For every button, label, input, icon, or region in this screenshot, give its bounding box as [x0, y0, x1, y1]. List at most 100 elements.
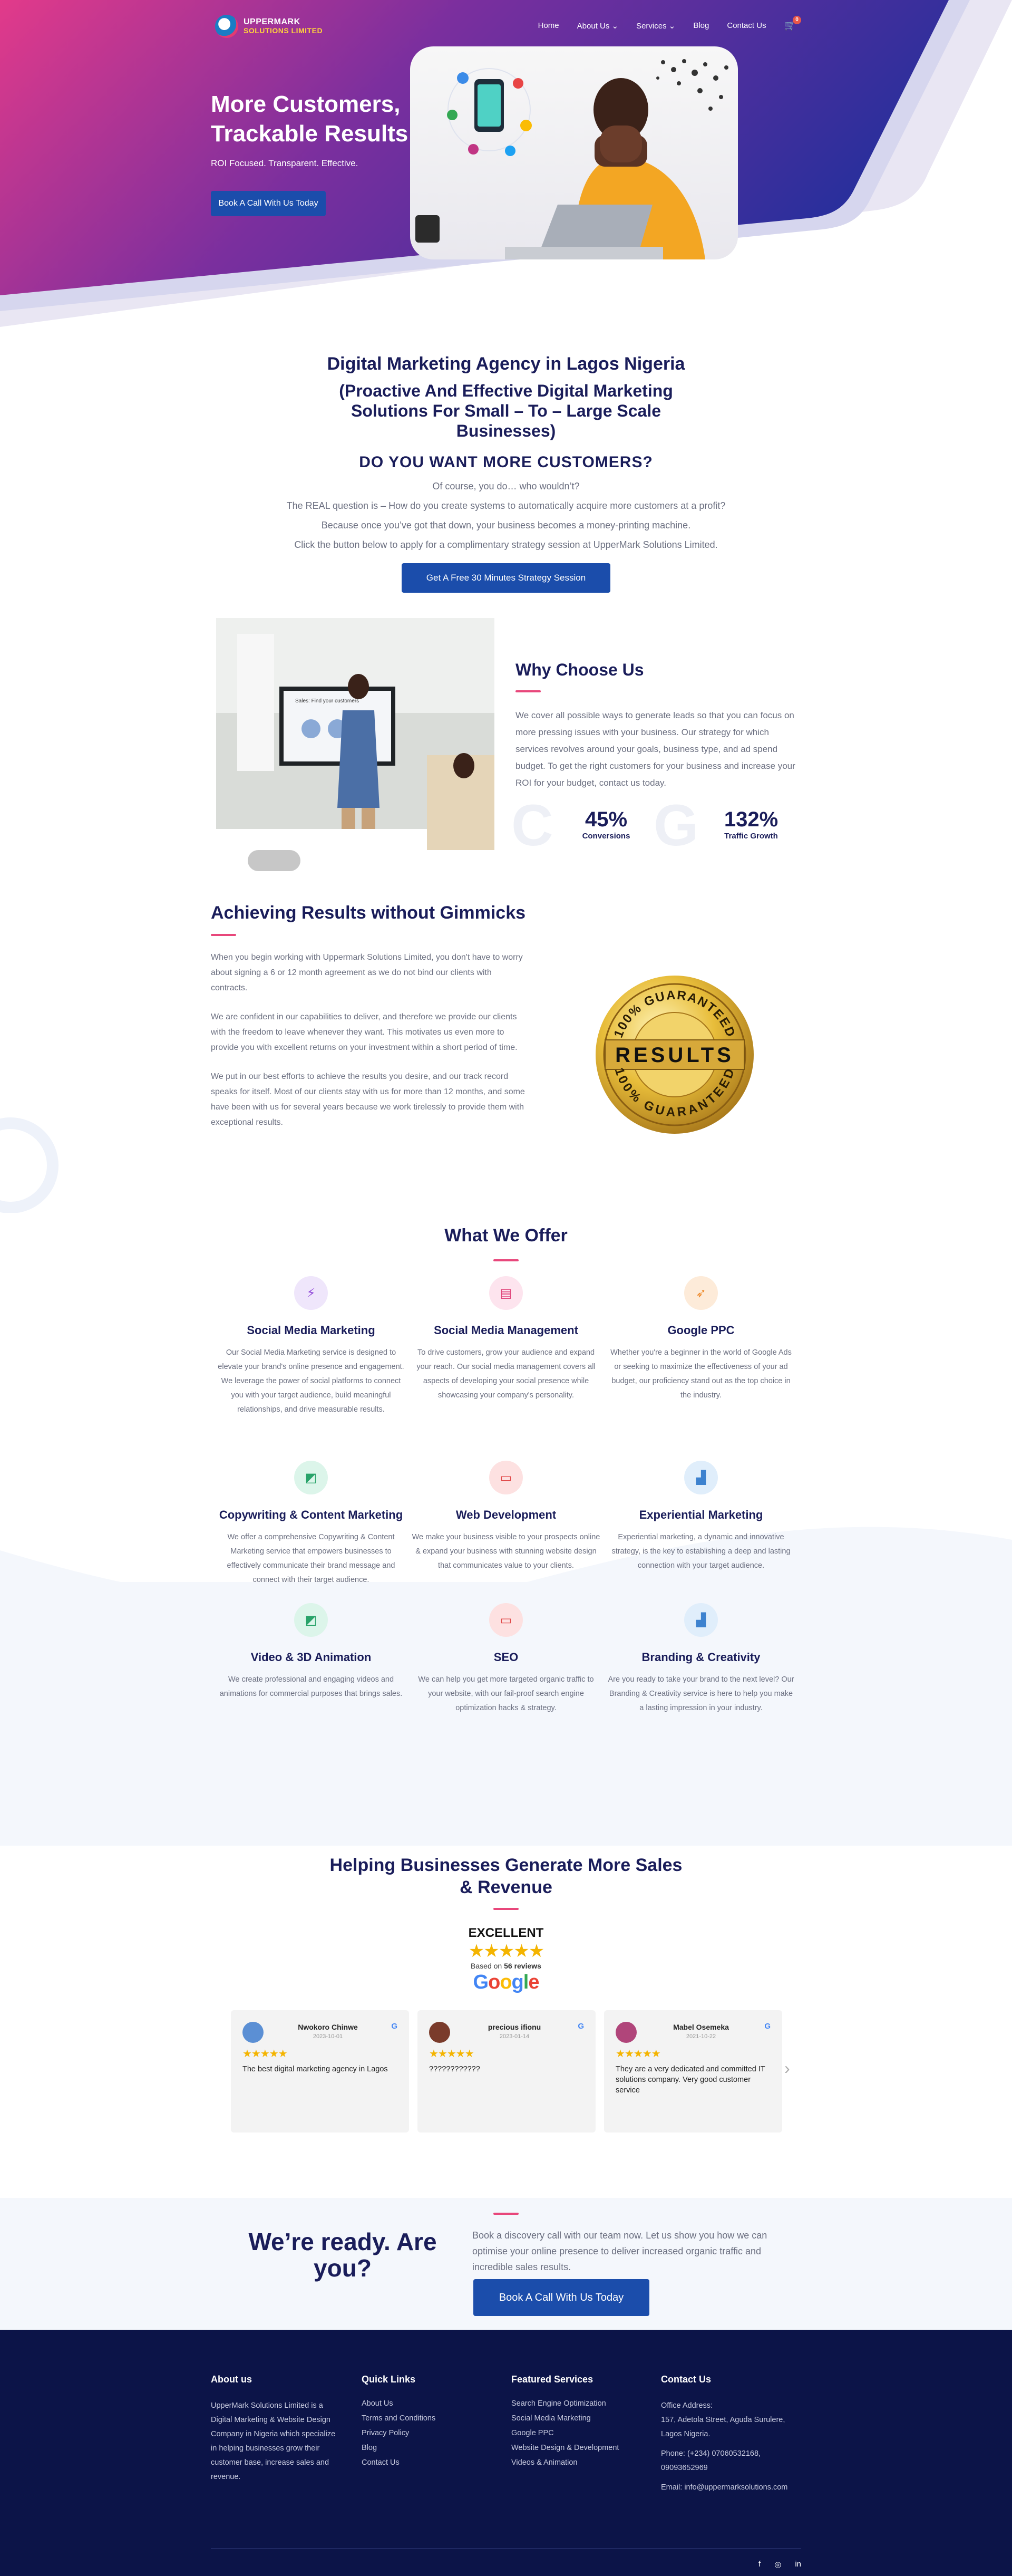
service-text: To drive customers, grow your audience a… [416, 1348, 596, 1400]
service-card[interactable]: ⚡ Social Media Marketing Our Social Media … [216, 1276, 406, 1417]
review-stars: ★★★★★ [616, 2048, 661, 2060]
nav-about[interactable]: About Us ⌄ [577, 21, 618, 31]
service-card[interactable]: ▭ Web Development We make your business vi… [411, 1461, 601, 1573]
footer-service-link[interactable]: Search Engine Optimization [511, 2399, 643, 2408]
footer-service-link[interactable]: Social Media Marketing [511, 2414, 643, 2423]
service-title: SEO [493, 1651, 519, 1664]
stat-value: 132% [724, 808, 779, 831]
stat-ghost-letter: G [654, 793, 699, 858]
footer-link[interactable]: Blog [362, 2443, 493, 2453]
review-text: ???????????? [429, 2065, 480, 2073]
presentation-screen-text: Sales: Find your customers [295, 698, 359, 704]
service-card[interactable]: ▟ Branding & Creativity Are you ready to t… [606, 1603, 796, 1715]
main-menu: Home About Us ⌄ Services ⌄ Blog Contact … [538, 16, 801, 31]
service-card[interactable]: ◩ Copywriting & Content Marketing We offer… [216, 1461, 406, 1587]
footer-about-text: UpperMark Solutions Limited is a Digital… [211, 2401, 336, 2481]
hero-tagline: ROI Focused. Transparent. Effective. [211, 158, 358, 168]
reviewer-name: precious ifionu [488, 2023, 541, 2031]
footer-divider [211, 2548, 801, 2549]
service-text: We create professional and engaging vide… [219, 1675, 403, 1698]
based-on: Based on 56 reviews [471, 1962, 541, 1970]
intro-title: Digital Marketing Agency in Lagos Nigeri… [327, 354, 685, 374]
title-divider [493, 1259, 519, 1261]
review-stars: ★★★★★ [429, 2048, 474, 2060]
service-text: Experiential marketing, a dynamic and in… [611, 1533, 791, 1570]
title-divider [211, 934, 236, 936]
nav-blog[interactable]: Blog [693, 21, 709, 30]
service-text: We offer a comprehensive Copywriting & C… [227, 1533, 395, 1584]
stat-label: Conversions [582, 832, 630, 841]
hero-book-call-button[interactable]: Book A Call With Us Today [211, 191, 326, 216]
service-card[interactable]: ▤ Social Media Management To drive custome… [411, 1276, 601, 1403]
results-guaranteed-badge: 100% GUARANTEED RESULTS 100% GUARANTEED [596, 976, 754, 1134]
stat-traffic-growth: 132% Traffic Growth [712, 808, 791, 841]
cta-section: We’re ready. Are you? Book a discovery c… [0, 2198, 1012, 2330]
nav-services[interactable]: Services ⌄ [636, 21, 675, 31]
review-text: The best digital marketing agency in Lag… [242, 2065, 388, 2073]
hero-title: More Customers, Trackable Results [211, 91, 408, 147]
review-card: Nwokoro Chinwe 2023-10-01 G ★★★★★ The best d… [231, 2010, 409, 2133]
monitor-icon: ▭ [489, 1603, 523, 1637]
megaphone-icon: ⚡ [294, 1276, 328, 1310]
chart-icon: ◩ [294, 1461, 328, 1494]
service-card[interactable]: ▭ SEO We can help you get more targeted or… [411, 1603, 601, 1715]
why-text: We cover all possible ways to generate l… [515, 710, 795, 788]
based-on-label: Based on [471, 1962, 502, 1970]
instagram-icon[interactable]: ◎ [774, 2560, 781, 2569]
google-icon: G [764, 2022, 771, 2031]
footer-service-link[interactable]: Google PPC [511, 2428, 643, 2438]
footer-link[interactable]: Terms and Conditions [362, 2414, 493, 2423]
footer-service-link[interactable]: Videos & Animation [511, 2458, 643, 2467]
why-choose-us: Why Choose Us We cover all possible ways… [515, 660, 800, 792]
google-icon: G [578, 2022, 584, 2031]
intro-subtitle: (Proactive And Effective Digital Marketi… [339, 381, 673, 440]
team-photo: Sales: Find your customers [216, 618, 494, 888]
badge-center-text: RESULTS [615, 1044, 734, 1067]
service-text: Are you ready to take your brand to the … [608, 1675, 794, 1712]
carousel-next-button[interactable]: › [784, 2059, 790, 2078]
footer-link[interactable]: Privacy Policy [362, 2428, 493, 2438]
rating-word: EXCELLENT [468, 1926, 544, 1940]
decorative-ring [0, 1117, 59, 1213]
strategy-session-button[interactable]: Get A Free 30 Minutes Strategy Session [402, 563, 610, 593]
service-title: Video & 3D Animation [250, 1651, 372, 1664]
cart-icon[interactable]: 🛒 0 [784, 16, 801, 31]
review-date: 2023-10-01 [313, 2033, 343, 2040]
achieving-results: Achieving Results without Gimmicks When … [211, 903, 527, 1130]
service-title: Web Development [455, 1508, 557, 1521]
nav-home[interactable]: Home [538, 21, 559, 30]
review-count: 56 reviews [504, 1962, 541, 1970]
cart-count: 0 [793, 16, 801, 24]
footer-address: 157, Adetola Street, Aguda Surulere, Lag… [661, 2416, 785, 2438]
title-divider [515, 690, 541, 692]
footer-service-link[interactable]: Website Design & Development [511, 2443, 643, 2453]
avatar [616, 2022, 637, 2043]
site-footer: About us UpperMark Solutions Limited is … [0, 2330, 1012, 2576]
achieve-para: When you begin working with Uppermark So… [211, 953, 523, 992]
avatar [242, 2022, 264, 2043]
facebook-icon[interactable]: f [758, 2560, 761, 2569]
cta-book-call-button[interactable]: Book A Call With Us Today [473, 2279, 649, 2316]
nav-contact[interactable]: Contact Us [727, 21, 766, 30]
office-illustration: Sales: Find your customers [216, 618, 494, 888]
footer-link[interactable]: Contact Us [362, 2458, 493, 2467]
chart-icon: ◩ [294, 1603, 328, 1637]
service-card[interactable]: ➶ Google PPC Whether you're a beginner in … [606, 1276, 796, 1403]
footer-link[interactable]: About Us [362, 2399, 493, 2408]
hero-section: UPPERMARK SOLUTIONS LIMITED Home About Us… [0, 0, 1012, 348]
service-text: We can help you get more targeted organi… [418, 1675, 594, 1712]
service-card[interactable]: ▟ Experiential Marketing Experiential mark… [606, 1461, 796, 1573]
stat-ghost-letter: C [511, 793, 553, 858]
site-logo[interactable]: UPPERMARK SOLUTIONS LIMITED [215, 15, 323, 38]
footer-quick-links: Quick Links About Us Terms and Condition… [362, 2374, 493, 2473]
service-card[interactable]: ◩ Video & 3D Animation We create professio… [216, 1603, 406, 1701]
hero-image [410, 46, 738, 259]
linkedin-icon[interactable]: in [795, 2560, 801, 2569]
footer-services-title: Featured Services [511, 2374, 593, 2385]
logo-line1: UPPERMARK [244, 17, 300, 26]
title-divider [493, 2213, 519, 2215]
cta-title: We’re ready. Are you? [248, 2228, 437, 2282]
service-text: We make your business visible to your pr… [412, 1533, 600, 1570]
reviewer-name: Nwokoro Chinwe [298, 2023, 358, 2031]
rating-stars: ★★★★★ [468, 1941, 544, 1961]
